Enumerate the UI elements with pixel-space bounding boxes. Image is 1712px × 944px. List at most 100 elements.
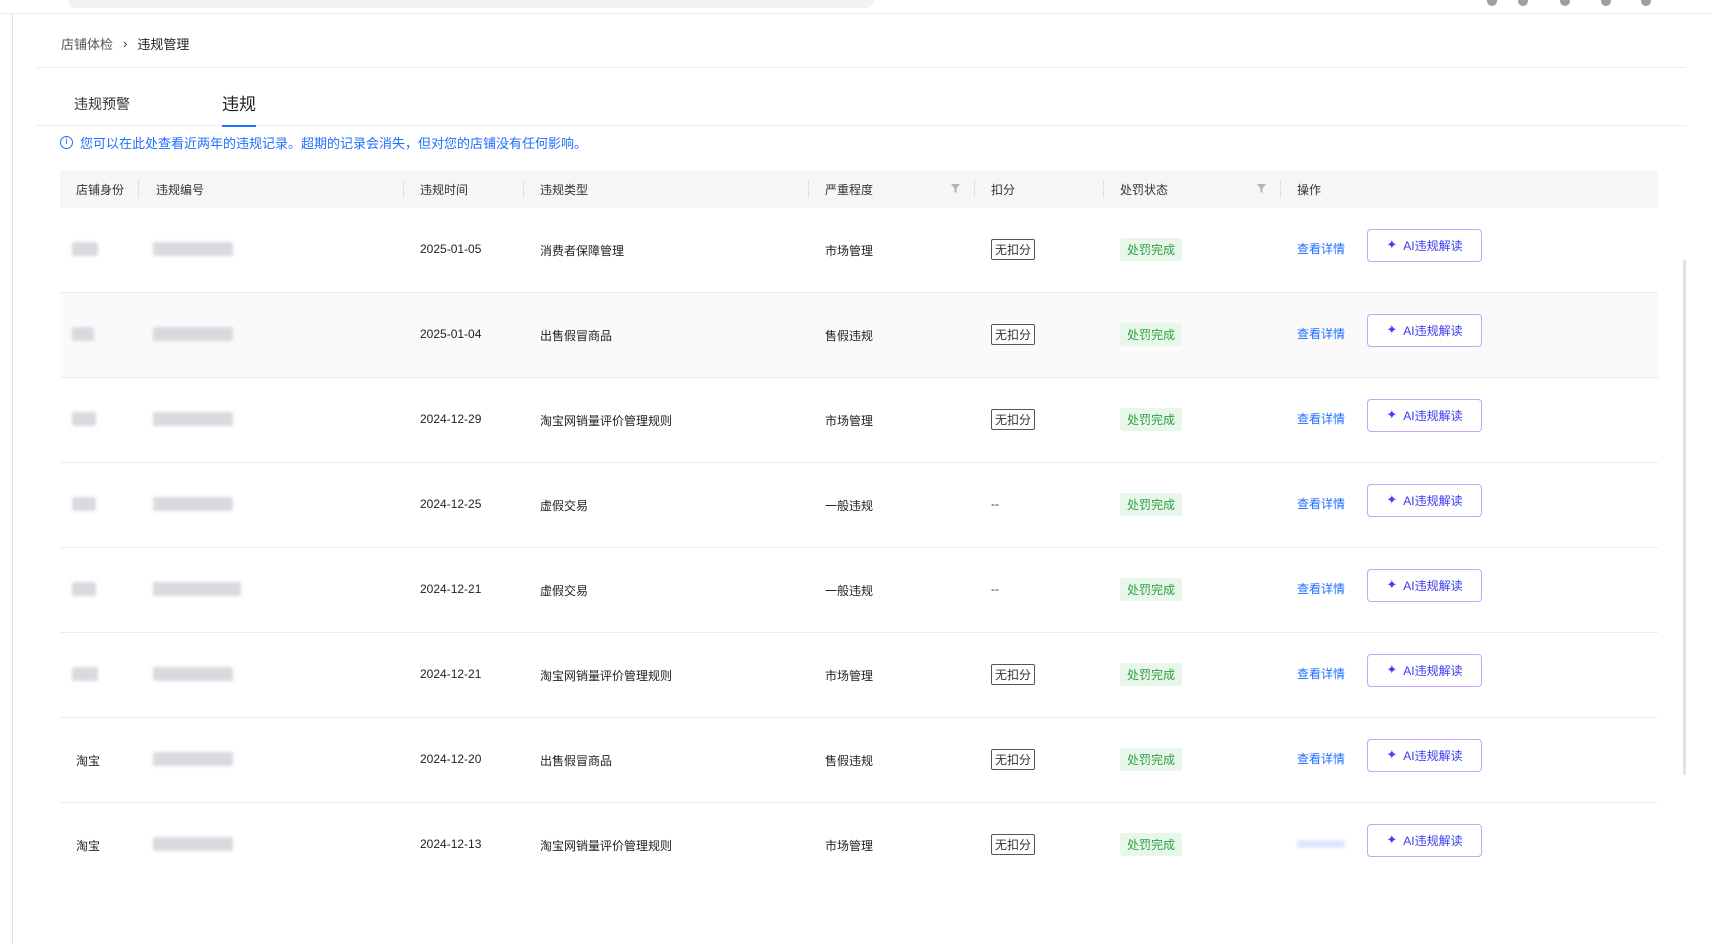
toolbar-icon[interactable] [1560, 0, 1570, 6]
breadcrumb: 店铺体检 › 违规管理 [61, 34, 189, 52]
violation-id [153, 582, 241, 599]
toolbar-icon[interactable] [1518, 0, 1528, 6]
ai-interpret-button[interactable]: ✦ AI违规解读 [1367, 569, 1482, 602]
table-row: 淘宝 2024-12-13 淘宝网销量评价管理规则 市场管理 无扣分 处罚完成 … [60, 803, 1658, 888]
table-row: 2025-01-05 消费者保障管理 市场管理 无扣分 处罚完成 查看详情 ✦ A… [60, 208, 1658, 293]
sparkle-icon: ✦ [1386, 578, 1398, 593]
notice-banner: i 您可以在此处查看近两年的违规记录。超期的记录会消失，但对您的店铺没有任何影响… [60, 133, 587, 152]
violation-type: 出售假冒商品 [540, 329, 613, 343]
status-badge: 处罚完成 [1120, 493, 1183, 516]
violation-type: 虚假交易 [540, 584, 589, 598]
tab-violation[interactable]: 违规 [222, 90, 256, 127]
breadcrumb-parent[interactable]: 店铺体检 [61, 34, 113, 53]
ai-button-label: AI违规解读 [1403, 664, 1463, 678]
violation-id [153, 327, 233, 344]
violation-table: 店铺身份 违规编号 违规时间 违规类型 严重程度 扣分 处罚状态 操作 2025… [60, 170, 1658, 888]
ai-button-label: AI违规解读 [1403, 834, 1463, 848]
header-violation-type: 违规类型 [540, 183, 589, 197]
ai-button-label: AI违规解读 [1403, 494, 1463, 508]
violation-type: 淘宝网销量评价管理规则 [540, 669, 673, 683]
store-identity [72, 667, 98, 684]
table-row: 2024-12-21 淘宝网销量评价管理规则 市场管理 无扣分 处罚完成 查看详… [60, 633, 1658, 718]
column-divider [403, 180, 404, 198]
browser-top-bar [0, 0, 1712, 14]
view-details-link[interactable]: 查看详情 [1297, 240, 1345, 257]
violation-time: 2024-12-20 [420, 752, 482, 766]
column-divider [138, 180, 139, 198]
status-badge: 处罚完成 [1120, 238, 1183, 261]
ai-interpret-button[interactable]: ✦ AI违规解读 [1367, 484, 1482, 517]
column-divider [974, 180, 975, 198]
filter-icon[interactable] [950, 183, 961, 194]
violation-time: 2025-01-04 [420, 327, 482, 341]
store-identity: 淘宝 [76, 754, 101, 768]
toolbar-icon[interactable] [1641, 0, 1651, 6]
violation-time: 2024-12-29 [420, 412, 482, 426]
deduction-badge: 无扣分 [991, 324, 1036, 345]
ai-button-label: AI违规解读 [1403, 239, 1463, 253]
deduction-badge: 无扣分 [991, 664, 1036, 685]
vertical-scrollbar[interactable] [1683, 260, 1686, 775]
severity: 市场管理 [825, 414, 874, 428]
status-badge: 处罚完成 [1120, 578, 1183, 601]
violation-id [153, 242, 233, 259]
view-details-link[interactable]: 查看详情 [1297, 325, 1345, 342]
violation-id [153, 497, 233, 514]
violation-type: 消费者保障管理 [540, 244, 625, 258]
violation-id [153, 752, 233, 769]
view-details-link[interactable]: 查看详情 [1297, 410, 1345, 427]
tab-violation-warning[interactable]: 违规预警 [74, 94, 130, 114]
sparkle-icon: ✦ [1386, 323, 1398, 338]
view-details-link[interactable]: 查看详情 [1297, 580, 1345, 597]
severity: 市场管理 [825, 244, 874, 258]
deduction-value: -- [991, 582, 999, 596]
ai-interpret-button[interactable]: ✦ AI违规解读 [1367, 654, 1482, 687]
header-violation-id: 违规编号 [156, 183, 205, 197]
ai-button-label: AI违规解读 [1403, 749, 1463, 763]
status-badge: 处罚完成 [1120, 663, 1183, 686]
store-identity [72, 497, 96, 514]
view-details-link[interactable] [1297, 837, 1345, 851]
status-badge: 处罚完成 [1120, 323, 1183, 346]
toolbar-icon[interactable] [1487, 0, 1497, 6]
column-divider [1280, 180, 1281, 198]
ai-interpret-button[interactable]: ✦ AI违规解读 [1367, 824, 1482, 857]
ai-interpret-button[interactable]: ✦ AI违规解读 [1367, 739, 1482, 772]
toolbar-icon[interactable] [1601, 0, 1611, 6]
severity: 一般违规 [825, 499, 874, 513]
header-severity: 严重程度 [825, 183, 874, 197]
column-divider [808, 180, 809, 198]
tab-bar: 违规预警 违规 [36, 85, 1686, 127]
ai-interpret-button[interactable]: ✦ AI违规解读 [1367, 399, 1482, 432]
store-identity [72, 412, 96, 429]
severity: 售假违规 [825, 329, 874, 343]
violation-type: 淘宝网销量评价管理规则 [540, 414, 673, 428]
view-details-link[interactable]: 查看详情 [1297, 665, 1345, 682]
breadcrumb-separator: › [123, 35, 128, 51]
header-deduction: 扣分 [991, 183, 1016, 197]
violation-time: 2024-12-25 [420, 497, 482, 511]
status-badge: 处罚完成 [1120, 408, 1183, 431]
violation-id [153, 412, 233, 429]
severity: 售假违规 [825, 754, 874, 768]
view-details-link[interactable]: 查看详情 [1297, 750, 1345, 767]
ai-interpret-button[interactable]: ✦ AI违规解读 [1367, 314, 1482, 347]
header-store-identity: 店铺身份 [76, 183, 125, 197]
severity: 市场管理 [825, 669, 874, 683]
table-row: 淘宝 2024-12-20 出售假冒商品 售假违规 无扣分 处罚完成 查看详情 … [60, 718, 1658, 803]
ai-interpret-button[interactable]: ✦ AI违规解读 [1367, 229, 1482, 262]
violation-type: 出售假冒商品 [540, 754, 613, 768]
violation-time: 2025-01-05 [420, 242, 482, 256]
address-bar[interactable] [68, 0, 874, 8]
ai-button-label: AI违规解读 [1403, 579, 1463, 593]
violation-time: 2024-12-13 [420, 837, 482, 851]
view-details-link[interactable]: 查看详情 [1297, 495, 1345, 512]
violation-type: 虚假交易 [540, 499, 589, 513]
filter-icon[interactable] [1256, 183, 1267, 194]
breadcrumb-current: 违规管理 [137, 36, 190, 52]
divider [36, 67, 1686, 68]
store-identity [72, 327, 94, 344]
sparkle-icon: ✦ [1386, 493, 1398, 508]
violation-id [153, 837, 233, 854]
header-violation-time: 违规时间 [420, 183, 469, 197]
